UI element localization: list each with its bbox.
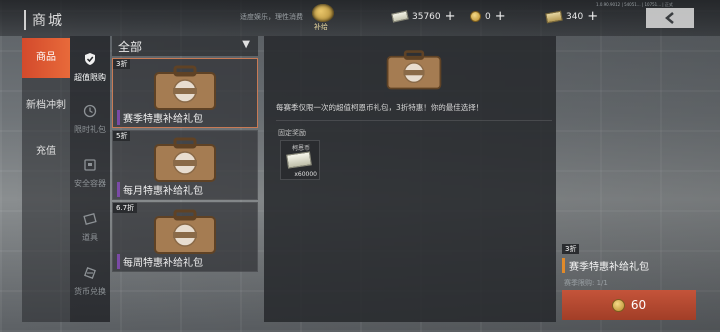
currency-value: 0	[485, 11, 491, 22]
subcategory-items[interactable]: 道具	[70, 212, 110, 243]
supply-case-icon	[154, 137, 216, 182]
subcategory-label: 安全容器	[74, 179, 106, 188]
category-recharge[interactable]: 充值	[22, 142, 70, 157]
subcategory-label: 货币兑换	[74, 287, 106, 296]
product-name: 赛季特惠补给礼包	[117, 110, 203, 125]
supply-icon[interactable]	[312, 4, 334, 22]
shield-check-icon	[85, 53, 95, 65]
category-sprint[interactable]: 新档冲刺	[22, 96, 70, 111]
reward-quantity: x60000	[294, 171, 317, 178]
supply-case-icon	[154, 209, 216, 254]
top-bar: 商城 适度娱乐，理性消费 补给 35760 + 0 + 340 + 1.0.90…	[0, 0, 720, 36]
currency-coins: 0 +	[470, 10, 506, 23]
page-title: 商城	[24, 10, 64, 30]
token-stack-icon	[545, 10, 563, 23]
ticket-icon	[83, 213, 97, 225]
price-label: 60	[630, 298, 647, 312]
supply-case-icon	[386, 50, 442, 90]
reward-title: 柯恩币	[291, 145, 310, 152]
purchase-limit: 赛季限购: 1/1	[564, 279, 608, 287]
supply-case-icon	[154, 65, 216, 110]
currency-bills: 35760 +	[391, 10, 456, 23]
product-name: 每月特惠补给礼包	[117, 182, 203, 197]
discount-badge: 5折	[113, 131, 131, 141]
product-name: 每周特惠补给礼包	[117, 254, 203, 269]
add-tokens-button[interactable]: +	[587, 10, 598, 23]
discount-badge: 6.7折	[113, 203, 138, 213]
coin-icon	[470, 11, 481, 22]
divider	[276, 120, 552, 121]
filter-label: 全部	[118, 40, 143, 54]
category-goods[interactable]: 商品	[22, 38, 70, 78]
exchange-icon	[84, 267, 96, 279]
discount-badge: 3折	[113, 59, 131, 69]
chevron-left-icon	[665, 12, 674, 24]
add-coins-button[interactable]: +	[495, 10, 506, 23]
subcategory-exchange[interactable]: 货币兑换	[70, 266, 110, 297]
purchase-panel: 3折 赛季特惠补给礼包 赛季限购: 1/1 60	[560, 240, 700, 322]
add-bills-button[interactable]: +	[445, 10, 456, 23]
subcategory-label: 限时礼包	[74, 125, 106, 134]
product-card[interactable]: 5折 每月特惠补给礼包	[112, 130, 258, 200]
discount-badge: 3折	[562, 244, 580, 254]
purchase-product-name: 赛季特惠补给礼包	[562, 258, 649, 273]
product-card[interactable]: 3折 赛季特惠补给礼包	[112, 58, 258, 128]
buy-button[interactable]: 60	[562, 290, 696, 320]
cash-icon	[391, 10, 409, 23]
product-card[interactable]: 6.7折 每周特惠补给礼包	[112, 202, 258, 272]
cash-icon	[286, 151, 312, 169]
subcategory-column: 超值限购 限时礼包 安全容器 道具 货币兑换	[70, 36, 110, 322]
category-column: 商品 新档冲刺 充值	[22, 36, 70, 322]
coin-icon	[611, 298, 625, 312]
chevron-down-icon: ▼	[242, 39, 250, 50]
product-description: 每赛季仅限一次的超值柯恩币礼包，3折特惠！你的最佳选择！	[276, 103, 484, 112]
subcategory-timed-pack[interactable]: 限时礼包	[70, 104, 110, 135]
reward-item[interactable]: 柯恩币 x60000	[280, 140, 320, 180]
notice-text: 适度娱乐，理性消费	[240, 13, 303, 21]
currency-value: 340	[566, 11, 584, 22]
fixed-reward-label: 固定奖励	[278, 129, 306, 137]
clock-icon	[83, 104, 97, 118]
subcategory-value-limited[interactable]: 超值限购	[70, 52, 110, 83]
back-button[interactable]	[646, 8, 694, 28]
filter-dropdown[interactable]: 全部 ▼	[112, 36, 258, 56]
currency-value: 35760	[412, 11, 441, 22]
subcategory-container[interactable]: 安全容器	[70, 158, 110, 189]
currency-tokens: 340 +	[545, 10, 598, 23]
subcategory-label: 道具	[82, 233, 98, 242]
supply-label[interactable]: 补给	[314, 22, 328, 32]
detail-panel: 每赛季仅限一次的超值柯恩币礼包，3折特惠！你的最佳选择！ 固定奖励 柯恩币 x6…	[264, 36, 556, 322]
subcategory-label: 超值限购	[74, 73, 106, 82]
container-icon	[84, 159, 96, 171]
